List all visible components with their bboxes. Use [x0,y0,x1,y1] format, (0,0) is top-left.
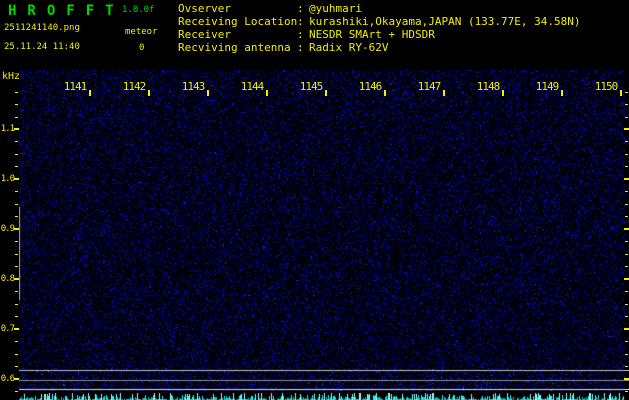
info-label: Ovserver [178,2,231,15]
freq-major-tick-right [624,328,629,330]
info-separator: : [297,2,304,15]
freq-minor-tick-left [15,366,18,367]
info-separator: : [297,28,304,41]
info-row-observer: Ovserver: @yuhmari [178,2,581,15]
freq-minor-tick-left [15,241,18,242]
signal-level-strip [19,392,625,400]
info-value: Radix RY-62V [309,41,389,54]
info-value: kurashiki,Okayama,JAPAN (133.77E, 34.58N… [309,15,581,28]
freq-minor-tick-left [15,216,18,217]
freq-tick-label: 1.1 [0,124,15,134]
spectrogram-canvas [19,70,625,391]
carrier-line-stub [625,389,629,390]
freq-tick-label: 0.6 [0,374,15,384]
app-title: HROFFT [8,3,125,19]
freq-minor-tick-left [15,304,18,305]
info-row-location: Receiving Location: kurashiki,Okayama,JAP… [178,15,581,28]
freq-minor-tick-left [15,104,18,105]
time-tick-mark [620,90,622,96]
time-tick-mark [207,90,209,96]
carrier-line-stub [625,380,629,381]
freq-minor-tick-left [15,354,18,355]
freq-major-tick-left [14,128,19,130]
freq-major-tick-left [14,228,19,230]
freq-minor-tick-left [15,254,18,255]
meteor-count-label: meteor [125,27,158,37]
freq-minor-tick-right [625,141,628,142]
time-tick-mark [561,90,563,96]
freq-minor-tick-left [15,291,18,292]
observation-timestamp: 25.11.24 11:40 [4,42,80,52]
freq-tick-label: 1.0 [0,174,15,184]
info-separator: : [297,15,304,28]
app-version: 1.0.0f [122,5,155,15]
freq-minor-tick-right [625,366,628,367]
freq-minor-tick-right [625,354,628,355]
info-separator: : [297,41,304,54]
info-label: Recviving antenna [178,41,291,54]
freq-minor-tick-right [625,341,628,342]
freq-minor-tick-left [15,391,18,392]
freq-minor-tick-right [625,191,628,192]
freq-minor-tick-right [625,304,628,305]
time-tick-mark [443,90,445,96]
freq-minor-tick-right [625,104,628,105]
freq-minor-tick-left [15,266,18,267]
info-value: NESDR SMArt + HDSDR [309,28,435,41]
info-row-antenna: Recviving antenna: Radix RY-62V [178,41,581,54]
freq-minor-tick-right [625,166,628,167]
carrier-line-stub [625,370,629,371]
info-label: Receiver [178,28,231,41]
info-label: Receiving Location [178,15,298,28]
meteor-count-value: 0 [139,43,145,53]
freq-minor-tick-right [625,266,628,267]
freq-major-tick-left [14,178,19,180]
time-tick-mark [384,90,386,96]
time-tick-mark [148,90,150,96]
freq-tick-label: 0.9 [0,224,15,234]
freq-tick-label: 0.7 [0,324,15,334]
freq-minor-tick-right [625,117,628,118]
hrofft-window: HROFFT 1.0.0f 2511241140.png meteor 25.1… [0,0,629,400]
freq-minor-tick-right [625,391,628,392]
freq-minor-tick-left [15,191,18,192]
freq-minor-tick-left [15,341,18,342]
freq-minor-tick-left [15,166,18,167]
time-tick-mark [89,90,91,96]
frequency-axis-unit: kHz [2,71,21,82]
freq-minor-tick-left [15,204,18,205]
station-info-block: Ovserver: @yuhmari Receiving Location: kur… [178,2,581,54]
freq-minor-tick-right [625,216,628,217]
freq-minor-tick-right [625,254,628,255]
freq-minor-tick-right [625,291,628,292]
freq-minor-tick-right [625,204,628,205]
freq-major-tick-left [14,278,19,280]
freq-tick-label: 0.8 [0,274,15,284]
freq-major-tick-left [14,328,19,330]
freq-major-tick-left [14,378,19,380]
freq-minor-tick-right [625,241,628,242]
time-tick-mark [325,90,327,96]
freq-minor-tick-left [15,117,18,118]
freq-minor-tick-left [15,92,18,93]
freq-minor-tick-left [15,154,18,155]
output-filename: 2511241140.png [4,23,80,33]
freq-minor-tick-right [625,316,628,317]
freq-minor-tick-left [15,316,18,317]
time-tick-mark [502,90,504,96]
freq-minor-tick-right [625,154,628,155]
time-tick-mark [266,90,268,96]
freq-major-tick-right [624,128,629,130]
freq-minor-tick-left [15,141,18,142]
info-value: @yuhmari [309,2,362,15]
freq-major-tick-right [624,228,629,230]
freq-minor-tick-right [625,92,628,93]
freq-major-tick-right [624,178,629,180]
info-row-receiver: Receiver: NESDR SMArt + HDSDR [178,28,581,41]
freq-major-tick-right [624,278,629,280]
